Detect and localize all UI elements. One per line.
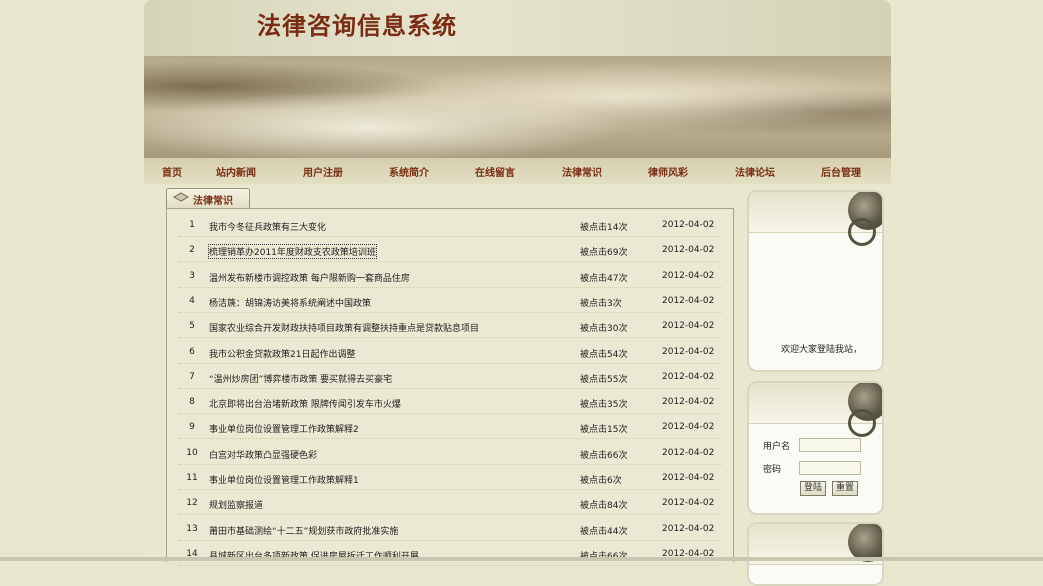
- article-title-link[interactable]: 杨洁篪：胡锦涛访美将系统阐述中国政策: [209, 296, 371, 309]
- reset-button[interactable]: 重置: [832, 481, 859, 496]
- article-hit-count: 被点击30次: [580, 324, 628, 335]
- username-input[interactable]: [799, 438, 861, 452]
- list-item: 1 我市今冬征兵政策有三大变化 被点击14次 2012-04-02: [179, 211, 721, 237]
- article-hit-count: 被点击69次: [580, 248, 628, 259]
- nav-forum[interactable]: 法律论坛: [735, 164, 775, 179]
- page: 法律咨询信息系统 首页 站内新闻 用户注册 系统简介 在线留言 法律常识 律师风…: [144, 0, 891, 586]
- nav-lawyers[interactable]: 律师风彩: [648, 164, 688, 179]
- article-date: 2012-04-02: [662, 473, 715, 483]
- list-item: 5 国家农业综合开发财政扶持项目政策有调整扶持重点是贷款贴息项目 被点击30次 201…: [179, 312, 721, 339]
- article-number: 6: [189, 346, 195, 357]
- window-bottom-edge: [0, 557, 1043, 561]
- article-number: 13: [186, 523, 198, 534]
- header-scenery-image: [144, 56, 891, 158]
- article-hit-count: 被点击15次: [580, 425, 628, 436]
- article-date: 2012-04-02: [662, 346, 715, 357]
- list-item: 6 我市公积金贷款政策21日起作出调整 被点击54次 2012-04-02: [179, 338, 721, 364]
- list-item: 2 梳理销革办2011年度财政支农政策培训班 被点击69次 2012-04-02: [179, 236, 721, 263]
- article-title-link[interactable]: 事业单位岗位设置管理工作政策解释1: [209, 473, 359, 486]
- article-title-link[interactable]: 梳理销革办2011年度财政支农政策培训班: [208, 244, 377, 260]
- login-panel: 用户名 密码 登陆 重置: [747, 381, 884, 515]
- article-date: 2012-04-02: [662, 498, 715, 509]
- article-number: 8: [189, 397, 195, 408]
- article-date: 2012-04-02: [662, 422, 715, 433]
- article-number: 7: [189, 371, 195, 382]
- article-title-link[interactable]: 国家农业综合开发财政扶持项目政策有调整扶持重点是贷款贴息项目: [209, 321, 479, 334]
- nav-about[interactable]: 系统简介: [389, 164, 429, 179]
- list-item: 14县城新区出台多项新政策 促进房屋拆迁工作顺利开展被点击66次2012-04-…: [179, 540, 721, 566]
- article-number: 1: [189, 220, 195, 230]
- list-item: 10 白宫对华政策凸显强硬色彩 被点击66次 2012-04-02: [179, 439, 721, 465]
- article-date: 2012-04-02: [662, 371, 715, 382]
- article-number: 10: [186, 447, 198, 458]
- article-number: 2: [189, 245, 195, 256]
- article-number: 12: [186, 498, 198, 509]
- article-hit-count: 被点击14次: [580, 223, 628, 233]
- article-hit-count: 被点击54次: [580, 349, 628, 360]
- tab-label: 法律常识: [193, 196, 233, 207]
- list-item: 12 规划监察报道 被点击84次 2012-04-02: [179, 489, 721, 516]
- list-item: 13 莆田市基础测绘“十二五”规划获市政府批准实施 被点击44次 2012-04-02: [179, 515, 721, 541]
- book-icon: [173, 192, 189, 202]
- list-item: 7 “温州炒房团”博弈楼市政策 要买就得去买豪宅 被点击55次 2012-04-02: [179, 363, 721, 389]
- article-number: 3: [189, 270, 195, 281]
- tab-legal-knowledge[interactable]: 法律常识: [166, 188, 250, 208]
- article-hit-count: 被点击44次: [580, 526, 628, 537]
- article-date: 2012-04-02: [662, 220, 715, 230]
- article-title-link[interactable]: 北京即将出台治堵新政策 限牌传闻引发车市火爆: [209, 397, 401, 410]
- article-title-link[interactable]: 温州发布新楼市调控政策 每户限新购一套商品住房: [209, 271, 410, 284]
- nav-site-news[interactable]: 站内新闻: [216, 164, 256, 179]
- list-item: 3 温州发布新楼市调控政策 每户限新购一套商品住房 被点击47次 2012-04-02: [179, 262, 721, 288]
- knocker-ring-icon: [848, 409, 876, 437]
- article-number: 5: [189, 321, 195, 332]
- username-label: 用户名: [763, 442, 791, 452]
- article-title-link[interactable]: 莆田市基础测绘“十二五”规划获市政府批准实施: [209, 524, 398, 537]
- article-number: 4: [189, 295, 195, 306]
- nav-guestbook[interactable]: 在线留言: [475, 164, 515, 179]
- welcome-text: 欢迎大家登陆我站，: [781, 345, 863, 355]
- article-hit-count: 被点击35次: [580, 400, 628, 411]
- list-item: 11 事业单位岗位设置管理工作政策解释1 被点击6次 2012-04-02: [179, 464, 721, 490]
- article-date: 2012-04-02: [662, 270, 715, 281]
- article-date: 2012-04-02: [662, 447, 715, 458]
- nav-legal-knowledge[interactable]: 法律常识: [562, 164, 602, 179]
- article-title-link[interactable]: 我市公积金贷款政策21日起作出调整: [209, 347, 355, 360]
- article-number: 9: [189, 422, 195, 433]
- article-title-link[interactable]: 事业单位岗位设置管理工作政策解释2: [209, 422, 359, 435]
- knocker-ring-icon: [848, 218, 876, 246]
- article-number: 11: [186, 473, 198, 483]
- site-title: 法律咨询信息系统: [257, 11, 457, 40]
- nav-home[interactable]: 首页: [162, 164, 182, 179]
- main-nav: 首页 站内新闻 用户注册 系统简介 在线留言 法律常识 律师风彩 法律论坛 后台…: [144, 158, 891, 184]
- password-label: 密码: [763, 465, 782, 475]
- article-title-link[interactable]: 我市今冬征兵政策有三大变化: [209, 220, 326, 233]
- article-hit-count: 被点击6次: [580, 476, 622, 486]
- article-hit-count: 被点击3次: [580, 298, 622, 309]
- list-item: 9 事业单位岗位设置管理工作政策解释2 被点击15次 2012-04-02: [179, 413, 721, 440]
- article-date: 2012-04-02: [662, 523, 715, 534]
- article-date: 2012-04-02: [662, 321, 715, 332]
- list-item: 8 北京即将出台治堵新政策 限牌传闻引发车市火爆 被点击35次 2012-04-02: [179, 388, 721, 415]
- article-hit-count: 被点击47次: [580, 273, 628, 284]
- welcome-panel: 欢迎大家登陆我站，: [747, 190, 884, 372]
- list-item: 4 杨洁篪：胡锦涛访美将系统阐述中国政策 被点击3次 2012-04-02: [179, 287, 721, 313]
- article-hit-count: 被点击84次: [580, 501, 628, 512]
- extra-panel: [747, 522, 884, 586]
- nav-register[interactable]: 用户注册: [303, 164, 343, 179]
- article-date: 2012-04-02: [662, 295, 715, 306]
- door-knocker-icon: [848, 524, 882, 562]
- login-button[interactable]: 登陆: [800, 481, 827, 496]
- article-hit-count: 被点击66次: [580, 450, 628, 461]
- article-date: 2012-04-02: [662, 397, 715, 408]
- article-list: 1 我市今冬征兵政策有三大变化 被点击14次 2012-04-02 2 梳理销革办2011…: [166, 208, 734, 566]
- password-input[interactable]: [799, 461, 861, 475]
- article-date: 2012-04-02: [662, 245, 715, 256]
- article-title-link[interactable]: “温州炒房团”博弈楼市政策 要买就得去买豪宅: [209, 372, 392, 385]
- article-hit-count: 被点击55次: [580, 374, 628, 385]
- header-banner: 法律咨询信息系统: [144, 0, 891, 158]
- nav-admin[interactable]: 后台管理: [821, 164, 861, 179]
- article-title-link[interactable]: 规划监察报道: [209, 498, 263, 511]
- article-title-link[interactable]: 白宫对华政策凸显强硬色彩: [209, 448, 317, 461]
